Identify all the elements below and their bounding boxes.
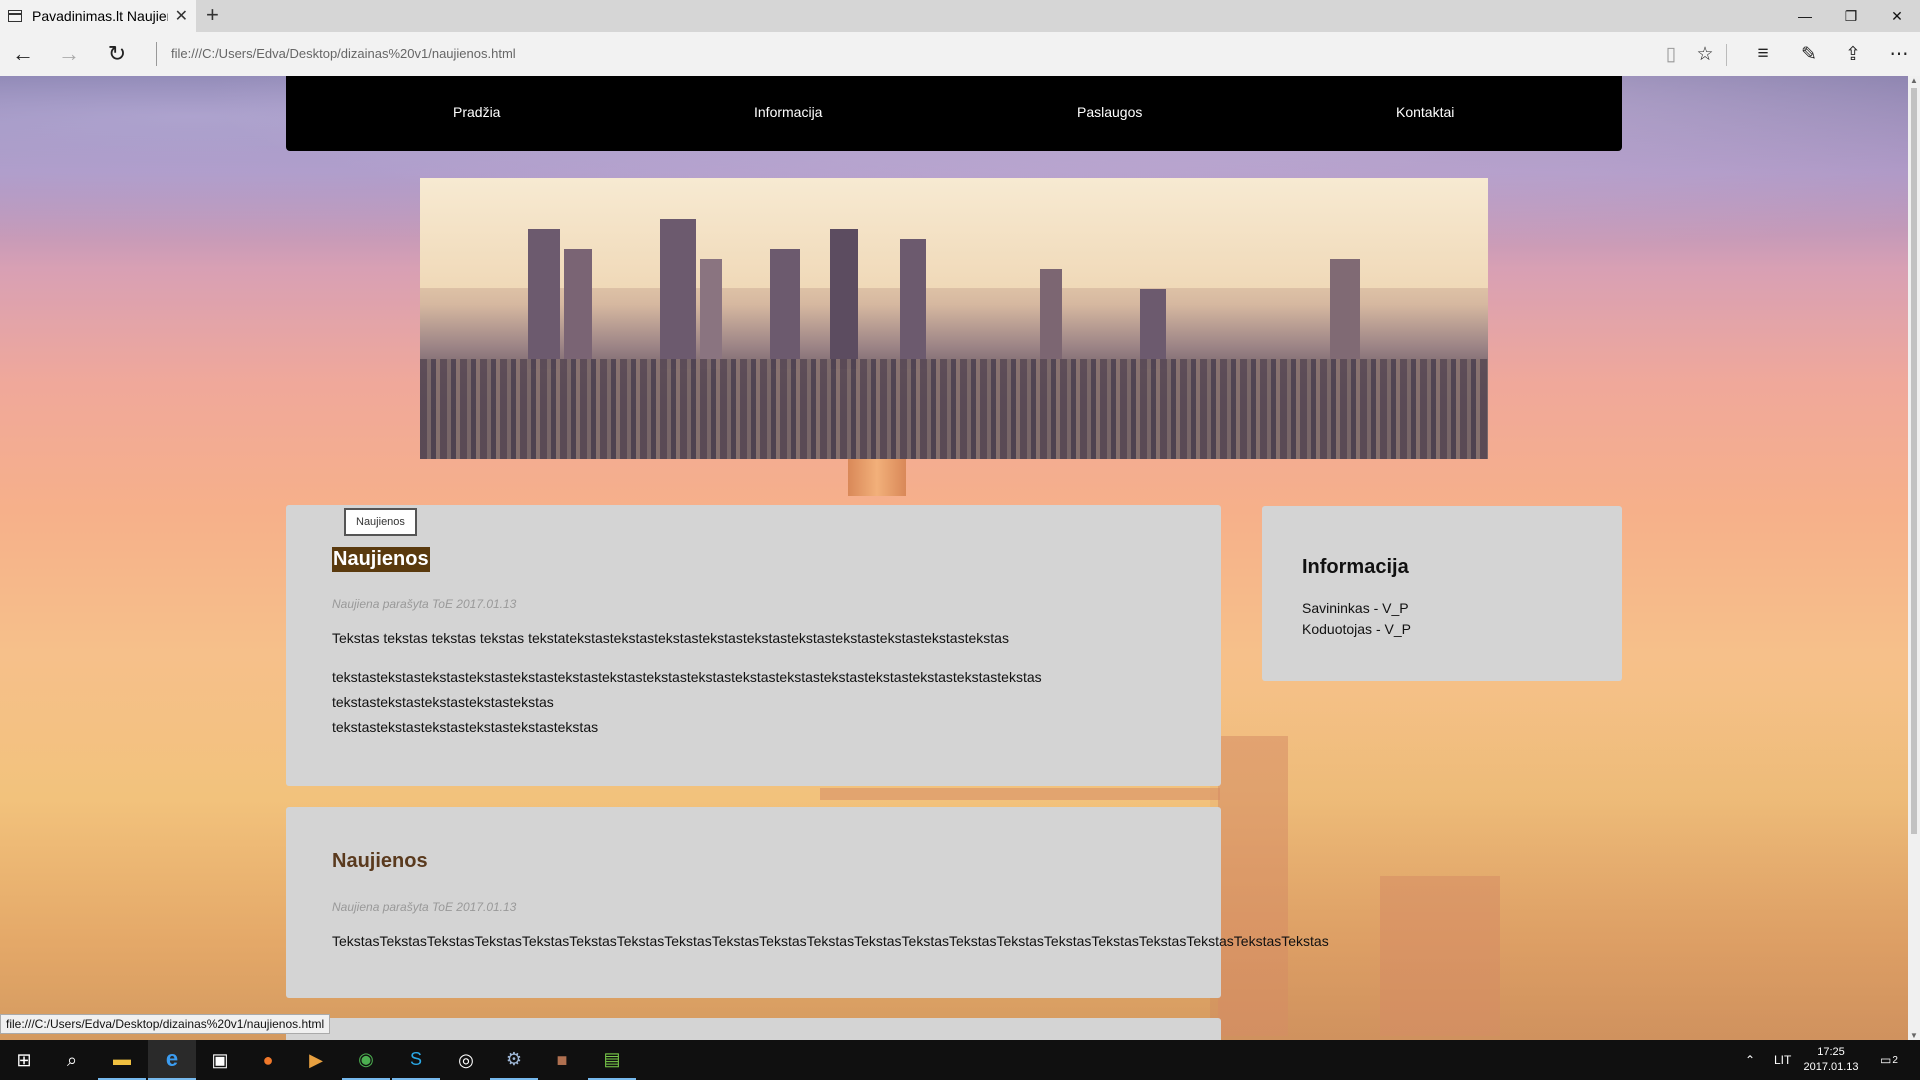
page-scrollbar[interactable]: ▲ ▼ — [1908, 76, 1920, 1040]
clock-date: 2017.01.13 — [1803, 1061, 1859, 1073]
edge-icon[interactable]: e — [148, 1040, 196, 1080]
hero-building — [1140, 289, 1166, 369]
store-icon[interactable]: ▣ — [196, 1040, 244, 1080]
restore-icon[interactable]: ❐ — [1828, 0, 1874, 32]
scroll-thumb[interactable] — [1911, 88, 1917, 834]
sidebar-title: Informacija — [1302, 556, 1409, 578]
page-viewport: Pradžia Informacija Paslaugos Kontaktai … — [0, 76, 1920, 1040]
file-explorer-icon[interactable]: ▬ — [98, 1040, 146, 1080]
chrome-icon[interactable]: ◉ — [342, 1040, 390, 1080]
url-field[interactable]: file:///C:/Users/Edva/Desktop/dizainas%2… — [156, 42, 516, 66]
news-card: Naujienos Naujiena parašyta ToE 2017.01.… — [286, 807, 1329, 998]
news-line: tekstastekstastekstastekstastekstastekst… — [332, 669, 1042, 685]
news-line: tekstastekstastekstastekstastekstastekst… — [332, 719, 599, 735]
hero-building — [528, 229, 560, 369]
news-paragraph: Tekstas tekstas tekstas tekstas tekstate… — [332, 630, 1009, 646]
background-city — [1210, 686, 1910, 1040]
hero-city-image — [420, 178, 1488, 459]
media-player-icon[interactable]: ▶ — [292, 1040, 340, 1080]
new-tab-icon[interactable]: + — [206, 2, 219, 28]
hero-building — [1040, 269, 1062, 369]
main-nav: Pradžia Informacija Paslaugos Kontaktai — [286, 76, 1622, 151]
sidebar-coder: Koduotojas - V_P — [1302, 621, 1411, 637]
tray-chevron-icon[interactable]: ⌃ — [1745, 1040, 1755, 1080]
hero-building — [564, 249, 592, 369]
reading-view-icon[interactable]: ▯ — [1656, 40, 1686, 68]
hub-icon[interactable]: ≡ — [1748, 40, 1778, 68]
address-bar: ← → ↻ file:///C:/Users/Edva/Desktop/diza… — [0, 32, 1920, 76]
notification-count: 2 — [1892, 1054, 1898, 1066]
news-tag[interactable]: Naujienos — [344, 508, 417, 536]
scroll-up-icon[interactable]: ▲ — [1910, 76, 1918, 85]
tab-title: Pavadinimas.lt Naujienos — [32, 8, 168, 24]
search-icon[interactable]: ⌕ — [48, 1040, 96, 1080]
news-meta: Naujiena parašyta ToE 2017.01.13 — [332, 597, 517, 611]
browser-tab[interactable]: Pavadinimas.lt Naujienos ✕ — [0, 0, 196, 32]
news-line: tekstastekstastekstastekstastekstas — [332, 694, 554, 710]
scroll-down-icon[interactable]: ▼ — [1910, 1031, 1918, 1040]
background-building — [1380, 876, 1500, 1036]
hero-building — [770, 249, 800, 369]
background-building — [1218, 736, 1288, 1036]
hero-building — [900, 239, 926, 369]
firefox-icon[interactable]: ● — [244, 1040, 292, 1080]
nav-link-contacts[interactable]: Kontaktai — [1396, 104, 1454, 120]
forward-icon[interactable]: → — [54, 40, 84, 68]
hero-building — [660, 219, 696, 369]
news-paragraph: TekstasTekstasTekstasTekstasTekstasTekst… — [332, 933, 1329, 949]
info-sidebar: Informacija Savininkas - V_P Koduotojas … — [1262, 506, 1622, 681]
minimize-icon[interactable]: — — [1782, 0, 1828, 32]
hero-building — [830, 229, 858, 369]
background-tower — [848, 456, 906, 496]
nav-link-information[interactable]: Informacija — [754, 104, 822, 120]
hero-city-ground — [420, 359, 1488, 459]
language-indicator[interactable]: LIT — [1774, 1040, 1791, 1080]
clock[interactable]: 17:25 2017.01.13 — [1796, 1045, 1866, 1075]
steam-icon[interactable]: ⚙ — [490, 1040, 538, 1080]
notepad-icon[interactable]: ▤ — [588, 1040, 636, 1080]
back-icon[interactable]: ← — [8, 40, 38, 68]
nav-link-services[interactable]: Paslaugos — [1077, 104, 1142, 120]
news-title: Naujienos — [332, 850, 428, 872]
clock-time: 17:25 — [1817, 1046, 1845, 1058]
close-window-icon[interactable]: ✕ — [1874, 0, 1920, 32]
news-meta: Naujiena parašyta ToE 2017.01.13 — [332, 900, 517, 914]
game-icon[interactable]: ■ — [538, 1040, 586, 1080]
share-icon[interactable]: ⇪ — [1838, 40, 1868, 68]
page-icon — [8, 10, 22, 22]
news-title: Naujienos — [332, 547, 430, 572]
skype-icon[interactable]: S — [392, 1040, 440, 1080]
hero-building — [700, 259, 722, 369]
news-card — [286, 1018, 1221, 1040]
sidebar-owner: Savininkas - V_P — [1302, 600, 1409, 616]
refresh-icon[interactable]: ↻ — [102, 40, 132, 68]
disc-app-icon[interactable]: ◎ — [442, 1040, 490, 1080]
background-building — [820, 788, 1220, 800]
hero-building — [1330, 259, 1360, 369]
favorite-star-icon[interactable]: ☆ — [1690, 40, 1720, 68]
status-link-preview: file:///C:/Users/Edva/Desktop/dizainas%2… — [0, 1014, 331, 1034]
toolbar-divider — [1726, 44, 1727, 66]
more-icon[interactable]: ⋯ — [1884, 40, 1914, 68]
news-card: Naujienos Naujienos Naujiena parašyta To… — [286, 505, 1221, 786]
taskbar: ⊞ ⌕ ▬ e ▣ ● ▶ ◉ S ◎ ⚙ ■ ▤ ⌃ LIT 17:25 20… — [0, 1040, 1920, 1080]
nav-link-home[interactable]: Pradžia — [453, 104, 500, 120]
tab-strip: Pavadinimas.lt Naujienos ✕ + — ❐ ✕ — [0, 0, 1920, 32]
action-center-icon[interactable]: ▭ 2 — [1880, 1040, 1898, 1080]
close-icon[interactable]: ✕ — [175, 6, 188, 26]
web-note-icon[interactable]: ✎ — [1794, 40, 1824, 68]
windows-start-icon[interactable]: ⊞ — [0, 1040, 48, 1080]
